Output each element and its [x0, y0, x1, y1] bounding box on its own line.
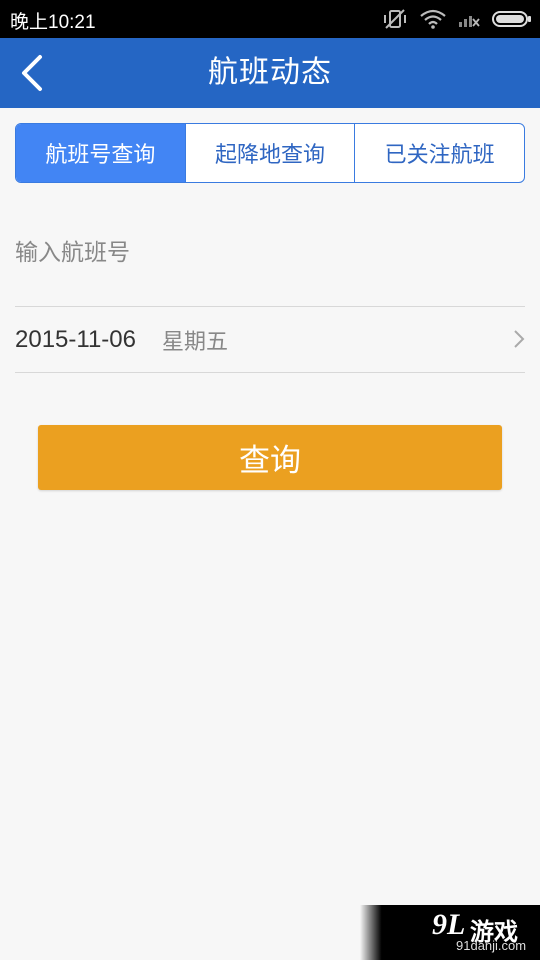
mute-vibrate-icon — [382, 8, 408, 30]
query-button[interactable]: 查询 — [38, 425, 502, 490]
status-icons — [382, 8, 532, 30]
date-picker-row[interactable]: 2015-11-06 星期五 — [15, 307, 525, 372]
page-title: 航班动态 — [208, 55, 332, 90]
watermark-url: 91danji.com — [456, 938, 527, 953]
battery-icon — [492, 10, 532, 28]
status-time: 晚上10:21 — [10, 12, 96, 33]
date-value: 2015-11-06 — [15, 325, 136, 353]
query-mode-tabs: 航班号查询 起降地查询 已关注航班 — [15, 123, 525, 183]
signal-icon — [458, 10, 480, 28]
watermark: 9L 游戏 91danji.com — [360, 905, 540, 960]
wifi-icon — [420, 9, 446, 29]
tab-followed-flights[interactable]: 已关注航班 — [354, 124, 524, 182]
flight-number-input[interactable] — [15, 218, 525, 288]
status-bar: 晚上10:21 — [0, 0, 540, 38]
nav-bar: 航班动态 — [0, 38, 540, 108]
tab-departure-arrival[interactable]: 起降地查询 — [184, 124, 355, 182]
divider — [15, 372, 525, 373]
weekday-value: 星期五 — [161, 329, 228, 355]
chevron-right-icon — [514, 330, 525, 348]
watermark-logo: 9L — [432, 908, 466, 941]
tab-flight-number[interactable]: 航班号查询 — [16, 124, 185, 182]
